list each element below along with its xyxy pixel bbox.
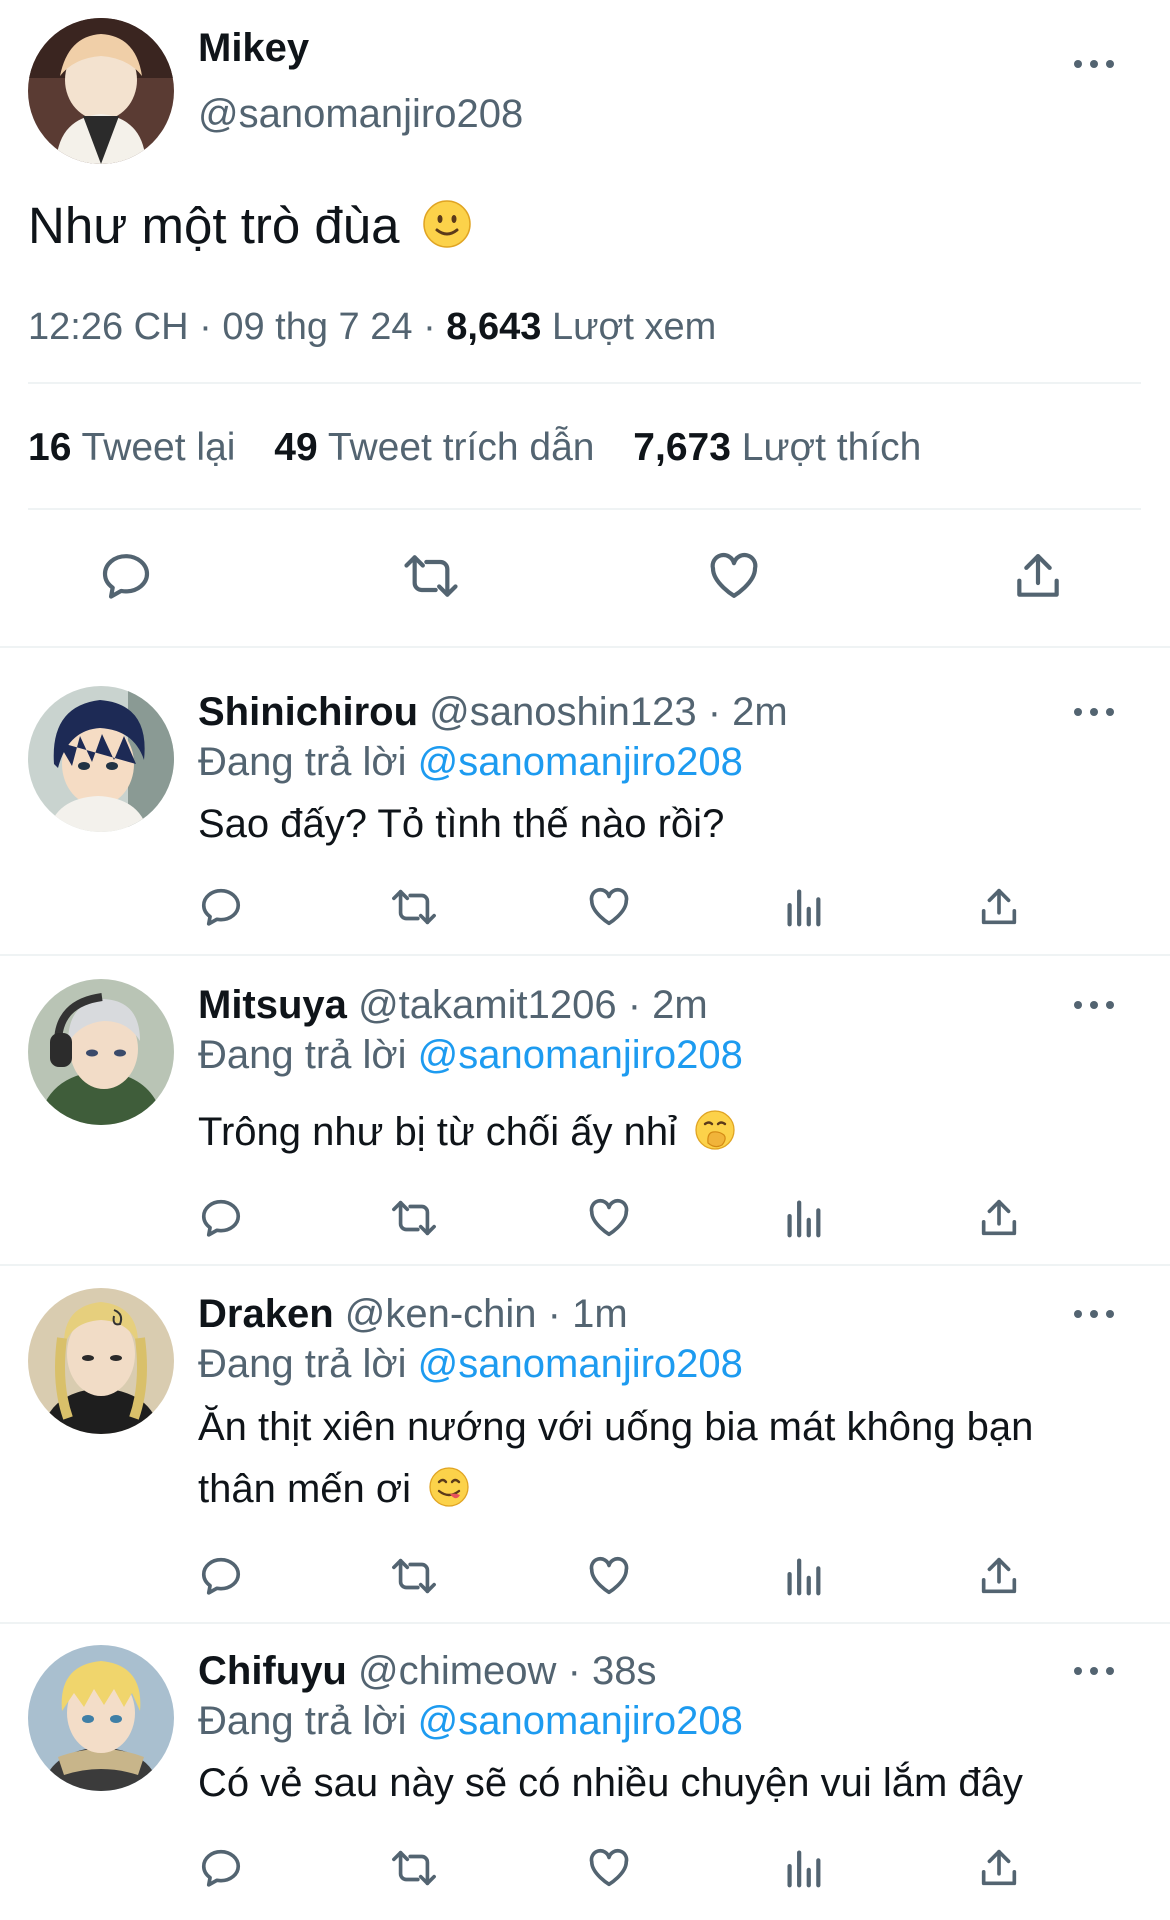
- replying-to: Đang trả lời @sanomanjiro208: [198, 1699, 743, 1743]
- yum-emoji: [428, 1464, 470, 1526]
- views-icon[interactable]: [780, 1553, 826, 1599]
- divider: [28, 508, 1141, 510]
- likes-stat[interactable]: 7,673 Lượt thích: [633, 426, 921, 469]
- retweet-icon[interactable]: [388, 1195, 440, 1241]
- reply-text: Có vẻ sau này sẽ có nhiều chuyện vui lắm…: [198, 1761, 1023, 1805]
- reply-time[interactable]: 1m: [572, 1292, 628, 1336]
- reply-display-name[interactable]: Shinichirou: [198, 690, 418, 734]
- reply-time[interactable]: 2m: [732, 690, 788, 734]
- views-label: Lượt xem: [551, 306, 717, 348]
- reply-header: Chifuyu @chimeow · 38s: [198, 1649, 657, 1693]
- engagement-stats: 16 Tweet lại 49 Tweet trích dẫn 7,673 Lư…: [28, 426, 921, 470]
- main-tweet-text: Như một trò đùa: [28, 197, 400, 254]
- avatar-draken[interactable]: [28, 1288, 174, 1434]
- section-divider: [0, 646, 1170, 648]
- reply-time[interactable]: 38s: [592, 1649, 657, 1693]
- replying-to: Đang trả lời @sanomanjiro208: [198, 1033, 743, 1077]
- replying-to: Đang trả lời @sanomanjiro208: [198, 1342, 743, 1386]
- reply-handle[interactable]: @ken-chin: [345, 1292, 537, 1336]
- reply-handle[interactable]: @takamit1206: [358, 983, 617, 1027]
- mention-link[interactable]: @sanomanjiro208: [418, 1033, 743, 1077]
- reply-display-name[interactable]: Mitsuya: [198, 983, 347, 1027]
- reply-icon[interactable]: [198, 1195, 244, 1241]
- more-icon[interactable]: [1074, 1661, 1114, 1681]
- mention-link[interactable]: @sanomanjiro208: [418, 1699, 743, 1743]
- main-meta-row: 12:26 CH · 09 thg 7 24 · 8,643 Lượt xem: [28, 306, 717, 348]
- avatar-chifuyu[interactable]: [28, 1645, 174, 1791]
- avatar-image: [28, 18, 174, 164]
- main-tweet-text-row: Như một trò đùa: [28, 196, 472, 261]
- tweet-date: 09 thg 7 24: [222, 306, 413, 348]
- like-icon[interactable]: [586, 1195, 632, 1241]
- reply-header: Draken @ken-chin · 1m: [198, 1292, 628, 1336]
- reply-handle[interactable]: @sanoshin123: [429, 690, 696, 734]
- more-icon[interactable]: [1074, 995, 1114, 1015]
- retweets-stat[interactable]: 16 Tweet lại: [28, 426, 246, 469]
- avatar-shinichirou[interactable]: [28, 686, 174, 832]
- smile-emoji: [422, 199, 472, 261]
- reply-text: Trông như bị từ chối ấy nhỉ: [198, 1110, 677, 1154]
- reply-text-line-2: thân mến ơi: [198, 1467, 412, 1511]
- retweet-icon[interactable]: [400, 548, 462, 604]
- divider: [0, 1622, 1170, 1624]
- more-icon[interactable]: [1074, 1304, 1114, 1324]
- divider: [0, 954, 1170, 956]
- retweet-icon[interactable]: [388, 1553, 440, 1599]
- reply-handle[interactable]: @chimeow: [358, 1649, 556, 1693]
- share-icon[interactable]: [976, 1195, 1022, 1241]
- like-icon[interactable]: [586, 1553, 632, 1599]
- reply-header: Mitsuya @takamit1206 · 2m: [198, 983, 708, 1027]
- reply-icon[interactable]: [98, 548, 154, 604]
- divider: [28, 382, 1141, 384]
- reply-icon[interactable]: [198, 1553, 244, 1599]
- views-icon[interactable]: [780, 884, 826, 930]
- reply-icon[interactable]: [198, 884, 244, 930]
- main-handle[interactable]: @sanomanjiro208: [198, 92, 523, 137]
- avatar-image: [28, 1645, 174, 1791]
- views-icon[interactable]: [780, 1845, 826, 1891]
- more-icon[interactable]: [1074, 54, 1114, 74]
- divider: [0, 1264, 1170, 1266]
- like-icon[interactable]: [706, 548, 762, 604]
- quotes-stat[interactable]: 49 Tweet trích dẫn: [274, 426, 605, 469]
- share-icon[interactable]: [1010, 548, 1066, 604]
- reply-time[interactable]: 2m: [652, 983, 708, 1027]
- reply-header: Shinichirou @sanoshin123 · 2m: [198, 690, 788, 734]
- reply-icon[interactable]: [198, 1845, 244, 1891]
- more-icon[interactable]: [1074, 702, 1114, 722]
- avatar-image: [28, 686, 174, 832]
- reply-display-name[interactable]: Chifuyu: [198, 1649, 347, 1693]
- share-icon[interactable]: [976, 1845, 1022, 1891]
- retweet-icon[interactable]: [388, 884, 440, 930]
- reply-text: Sao đấy? Tỏ tình thế nào rồi?: [198, 802, 725, 846]
- reply-display-name[interactable]: Draken: [198, 1292, 334, 1336]
- reply-text-line-1: Ăn thịt xiên nướng với uống bia mát khôn…: [198, 1405, 1034, 1449]
- views-icon[interactable]: [780, 1195, 826, 1241]
- avatar-mikey[interactable]: [28, 18, 174, 164]
- share-icon[interactable]: [976, 1553, 1022, 1599]
- retweet-icon[interactable]: [388, 1845, 440, 1891]
- avatar-image: [28, 979, 174, 1125]
- mention-link[interactable]: @sanomanjiro208: [418, 1342, 743, 1386]
- hand-over-mouth-emoji: [694, 1107, 736, 1169]
- like-icon[interactable]: [586, 1845, 632, 1891]
- avatar-image: [28, 1288, 174, 1434]
- reply-text-row: thân mến ơi: [198, 1458, 1098, 1526]
- replying-to: Đang trả lời @sanomanjiro208: [198, 740, 743, 784]
- views-count: 8,643: [446, 306, 542, 348]
- reply-text-row: Trông như bị từ chối ấy nhỉ: [198, 1101, 1098, 1169]
- like-icon[interactable]: [586, 884, 632, 930]
- main-display-name[interactable]: Mikey: [198, 26, 309, 71]
- tweet-time: 12:26 CH: [28, 306, 189, 348]
- avatar-mitsuya[interactable]: [28, 979, 174, 1125]
- share-icon[interactable]: [976, 884, 1022, 930]
- mention-link[interactable]: @sanomanjiro208: [418, 740, 743, 784]
